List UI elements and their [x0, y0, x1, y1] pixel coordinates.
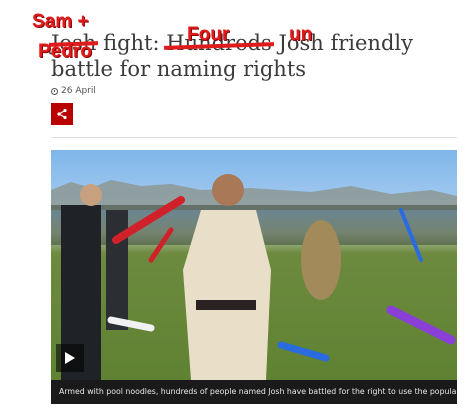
photo-illustration	[51, 174, 457, 380]
overlay-text-un: un	[289, 24, 313, 45]
play-icon	[65, 352, 75, 364]
publish-date: 26 April	[51, 86, 96, 96]
headline-word-fight: fight:	[103, 31, 160, 55]
date-text: 26 April	[61, 86, 96, 96]
photo-caption: Armed with pool noodles, hundreds of peo…	[51, 380, 457, 404]
divider	[51, 137, 457, 138]
clock-icon	[51, 87, 58, 95]
share-button[interactable]	[51, 103, 73, 125]
share-icon	[57, 108, 67, 120]
overlay-text-four: Four	[187, 24, 230, 45]
article-headline: Josh fight: Hundreds Josh friendly battl…	[48, 30, 451, 82]
overlay-text-pedro: Pedro	[38, 41, 92, 62]
article-photo[interactable]	[51, 150, 457, 380]
overlay-text-sam: Sam +	[32, 11, 89, 32]
play-video-button[interactable]	[56, 344, 84, 372]
